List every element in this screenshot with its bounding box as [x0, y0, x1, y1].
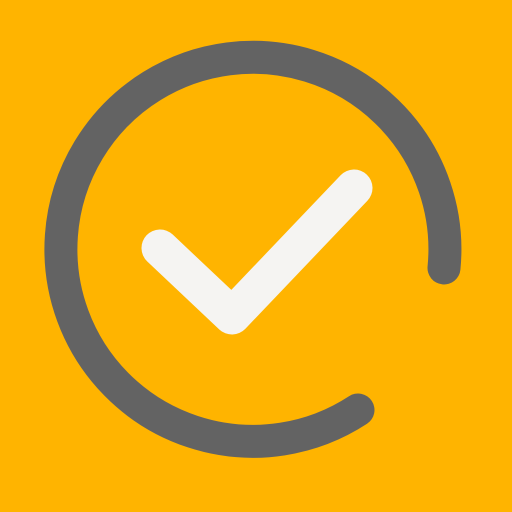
icon-artwork [44, 40, 462, 458]
progress-ring-icon [44, 40, 462, 458]
app-icon [0, 0, 512, 512]
check-icon [141, 169, 373, 335]
